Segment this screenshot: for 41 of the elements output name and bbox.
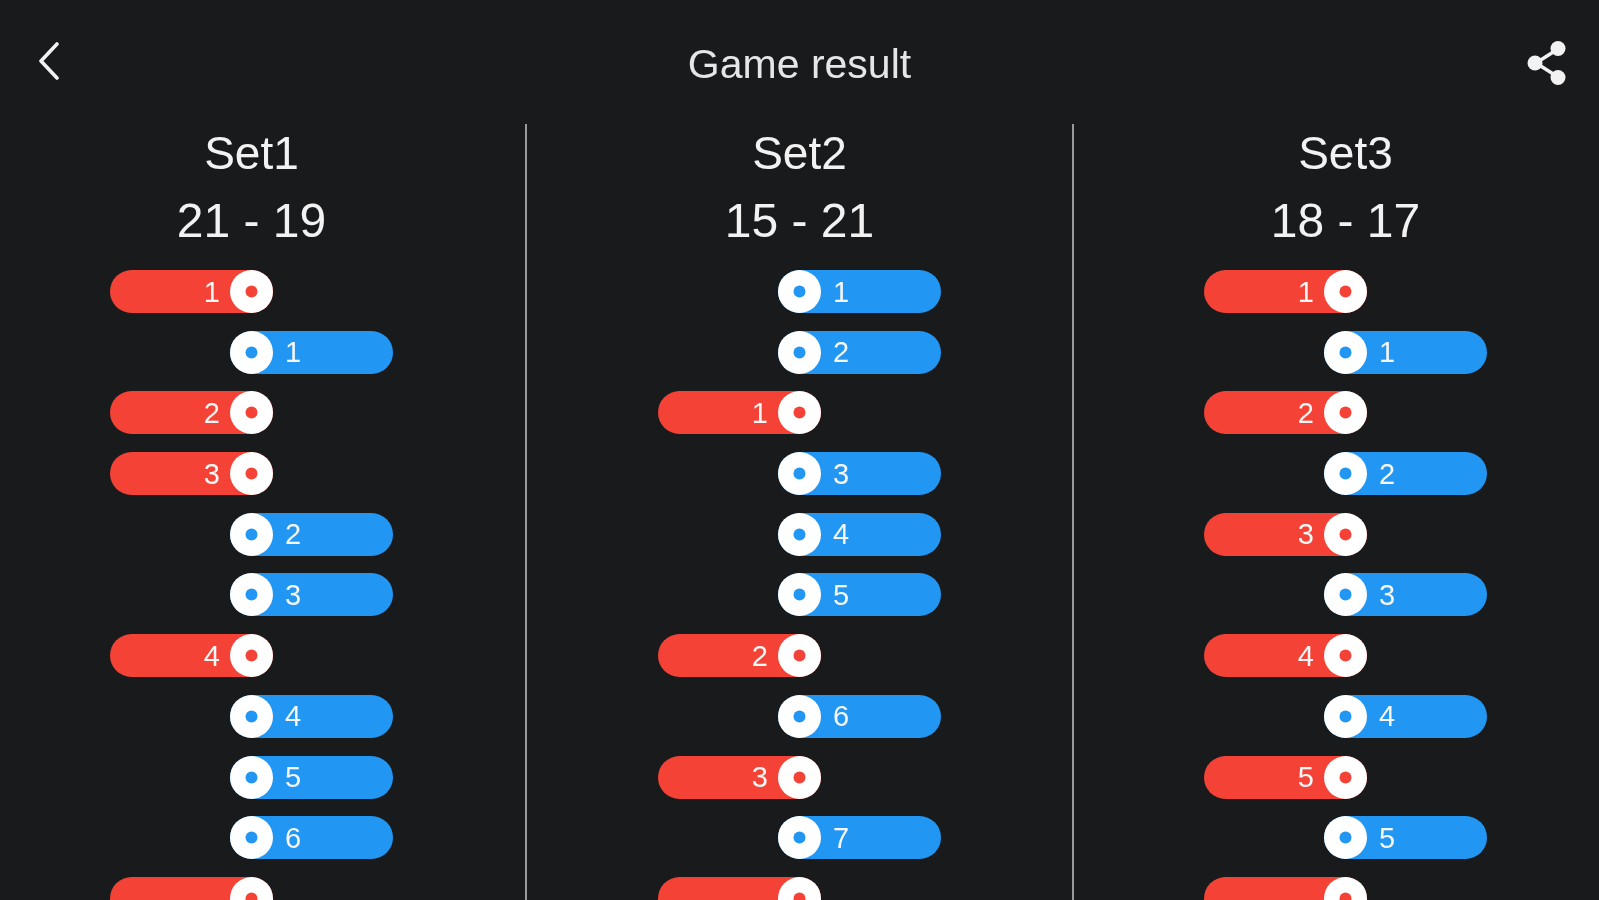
point-number: 1 xyxy=(751,395,768,430)
point-number: 4 xyxy=(203,638,220,673)
point-number: 1 xyxy=(833,274,850,309)
point-number: 5 xyxy=(1379,820,1396,855)
point-number: 6 xyxy=(833,699,850,734)
set-name: Set3 xyxy=(1298,126,1393,181)
back-button[interactable] xyxy=(38,42,60,80)
point-number: 2 xyxy=(203,395,220,430)
point-number: 4 xyxy=(285,699,302,734)
point-number: 2 xyxy=(751,638,768,673)
point-number: 3 xyxy=(1297,517,1314,552)
point-number: 2 xyxy=(285,517,302,552)
point-number: 2 xyxy=(1379,456,1396,491)
point-number: 1 xyxy=(203,274,220,309)
set-score: 18 - 17 xyxy=(1270,193,1421,249)
back-icon xyxy=(38,42,60,80)
point-number: 3 xyxy=(751,760,768,794)
point-number: 1 xyxy=(1297,274,1314,309)
set-score: 21 - 19 xyxy=(176,193,327,249)
point-number: 5 xyxy=(833,577,850,612)
screen-title: Game result xyxy=(687,40,912,89)
point-number: 3 xyxy=(285,577,302,612)
set-name: Set1 xyxy=(204,126,299,181)
point-number: 1 xyxy=(1379,335,1396,370)
point-number: 1 xyxy=(285,335,302,370)
point-number: 3 xyxy=(203,456,220,491)
point-number: 5 xyxy=(1297,760,1314,794)
point-number: 3 xyxy=(833,456,850,491)
share-button[interactable] xyxy=(1527,41,1567,85)
point-number: 3 xyxy=(1379,577,1396,612)
point-number: 6 xyxy=(285,820,302,855)
point-number: 4 xyxy=(1297,638,1314,673)
point-number: 4 xyxy=(1379,699,1396,734)
point-number: 4 xyxy=(833,517,850,552)
share-icon xyxy=(1527,41,1567,85)
point-number: 7 xyxy=(833,820,850,855)
point-number: 2 xyxy=(1297,395,1314,430)
point-number: 5 xyxy=(285,760,302,794)
set-name: Set2 xyxy=(752,126,847,181)
point-number: 2 xyxy=(833,335,850,370)
set-score: 15 - 21 xyxy=(724,193,875,249)
